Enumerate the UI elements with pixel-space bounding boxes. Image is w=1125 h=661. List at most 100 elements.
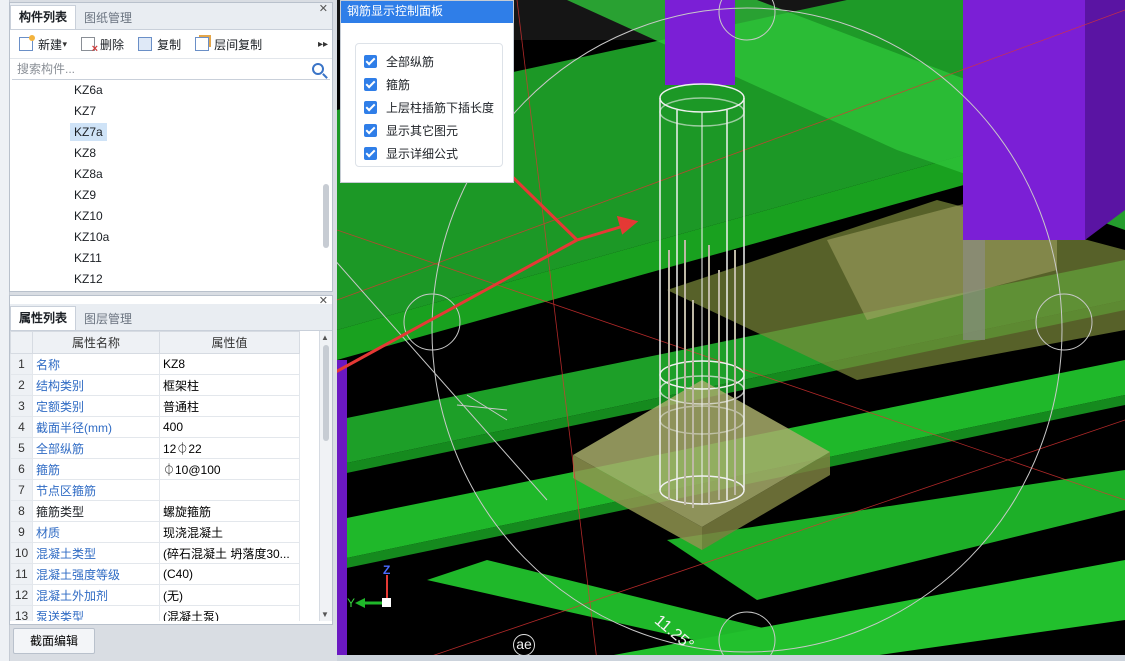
- list-item[interactable]: KZ8: [10, 143, 332, 164]
- close-icon[interactable]: ✕: [319, 2, 328, 15]
- property-name: 箍筋类型: [32, 500, 160, 522]
- list-item[interactable]: KZ10: [10, 206, 332, 227]
- property-value[interactable]: ⏀10@100: [159, 458, 300, 480]
- list-item[interactable]: KZ10a: [10, 227, 332, 248]
- tab-component-list[interactable]: 构件列表: [10, 5, 77, 29]
- property-value[interactable]: 12⏀22: [159, 437, 300, 459]
- property-list-pane: 属性列表 图层管理 ✕ 属性名称 属性值 1 名称 KZ8 2 结构类别 框架柱 3 定额类别…: [9, 295, 333, 625]
- list-item[interactable]: KZ9: [10, 185, 332, 206]
- table-row[interactable]: 6 箍筋 ⏀10@100: [10, 458, 300, 480]
- property-name: 节点区箍筋: [32, 479, 160, 501]
- component-tabs: 构件列表 图纸管理 ✕: [10, 3, 332, 30]
- checkbox-checked-icon[interactable]: [364, 123, 377, 137]
- table-row[interactable]: 2 结构类别 框架柱: [10, 374, 300, 396]
- tab-layer-management[interactable]: 图层管理: [76, 308, 140, 330]
- table-row[interactable]: 3 定额类别 普通柱: [10, 395, 300, 417]
- column-purple-right: [963, 0, 1085, 240]
- option-show-detailed-formula[interactable]: 显示详细公式: [364, 144, 458, 162]
- chevron-down-icon[interactable]: ▾: [60, 39, 68, 50]
- left-panel: 构件列表 图纸管理 ✕ 新建 ▾ 删除 复制 层间复制 ▸▸ KZ6a KZ7 …: [0, 0, 337, 661]
- property-table: 属性名称 属性值 1 名称 KZ8 2 结构类别 框架柱 3 定额类别 普通柱 4 截面半径(mm)…: [10, 331, 300, 621]
- new-button[interactable]: 新建 ▾: [14, 33, 72, 55]
- table-row[interactable]: 7 节点区箍筋: [10, 479, 300, 501]
- property-value[interactable]: 现浇混凝土: [159, 521, 300, 543]
- table-row[interactable]: 10 混凝土类型 (碎石混凝土 坍落度30...: [10, 542, 300, 564]
- list-scrollbar[interactable]: [323, 184, 329, 248]
- property-name: 混凝土强度等级: [32, 563, 160, 585]
- row-number: 11: [10, 563, 33, 585]
- option-all-longitudinal[interactable]: 全部纵筋: [364, 52, 434, 70]
- property-value[interactable]: KZ8: [159, 353, 300, 375]
- floor-copy-button[interactable]: 层间复制: [190, 33, 267, 55]
- delete-button[interactable]: 删除: [76, 33, 129, 55]
- scroll-up-icon[interactable]: ▲: [321, 333, 329, 342]
- column-purple-top: [665, 0, 735, 85]
- property-value[interactable]: 螺旋箍筋: [159, 500, 300, 522]
- option-upper-dowel-length[interactable]: 上层柱插筋下插长度: [364, 98, 494, 116]
- checkbox-checked-icon[interactable]: [364, 54, 377, 68]
- property-value[interactable]: [159, 479, 300, 501]
- list-item-selected[interactable]: KZ7a: [10, 122, 332, 143]
- property-name: 混凝土类型: [32, 542, 160, 564]
- table-row[interactable]: 8 箍筋类型 螺旋箍筋: [10, 500, 300, 522]
- property-value[interactable]: 400: [159, 416, 300, 438]
- component-list: KZ6a KZ7 KZ7a KZ8 KZ8a KZ9 KZ10 KZ10a KZ…: [10, 80, 332, 292]
- property-value[interactable]: (混凝土泵): [159, 605, 300, 621]
- row-number: 5: [10, 437, 33, 459]
- floor-copy-icon: [195, 37, 210, 51]
- row-number: 3: [10, 395, 33, 417]
- property-scrollbar-track[interactable]: ▲ ▼: [319, 331, 332, 621]
- delete-label: 删除: [100, 37, 125, 52]
- table-row[interactable]: 1 名称 KZ8: [10, 353, 300, 375]
- bottom-status-bar: [337, 655, 1125, 661]
- tab-property-list[interactable]: 属性列表: [10, 306, 77, 330]
- ae-badge[interactable]: ae: [513, 634, 535, 656]
- axis-y-label: Y: [347, 596, 356, 610]
- property-name: 材质: [32, 521, 160, 543]
- property-value[interactable]: (碎石混凝土 坍落度30...: [159, 542, 300, 564]
- checkbox-checked-icon[interactable]: [364, 77, 377, 91]
- option-stirrups[interactable]: 箍筋: [364, 75, 410, 93]
- search-input[interactable]: [15, 61, 309, 77]
- row-number: 6: [10, 458, 33, 480]
- table-row[interactable]: 5 全部纵筋 12⏀22: [10, 437, 300, 459]
- option-show-other-elements[interactable]: 显示其它图元: [364, 121, 458, 139]
- copy-button[interactable]: 复制: [133, 33, 186, 55]
- property-value[interactable]: 框架柱: [159, 374, 300, 396]
- property-name: 名称: [32, 353, 160, 375]
- tab-drawing-management[interactable]: 图纸管理: [76, 7, 140, 29]
- table-row[interactable]: 9 材质 现浇混凝土: [10, 521, 300, 543]
- list-item[interactable]: KZ11: [10, 248, 332, 269]
- property-value[interactable]: 普通柱: [159, 395, 300, 417]
- property-value[interactable]: (无): [159, 584, 300, 606]
- close-icon[interactable]: ✕: [319, 294, 328, 307]
- table-row[interactable]: 12 混凝土外加剂 (无): [10, 584, 300, 606]
- scroll-down-icon[interactable]: ▼: [321, 610, 329, 619]
- search-icon[interactable]: [312, 63, 324, 75]
- property-name: 定额类别: [32, 395, 160, 417]
- section-edit-button[interactable]: 截面编辑: [13, 628, 96, 654]
- delete-icon: [81, 37, 98, 55]
- row-number: 9: [10, 521, 33, 543]
- row-number: 2: [10, 374, 33, 396]
- control-options-box: 全部纵筋 箍筋 上层柱插筋下插长度 显示其它图元 显示详细公式: [355, 43, 503, 167]
- row-number: 7: [10, 479, 33, 501]
- component-search: [12, 59, 330, 80]
- new-label: 新建: [38, 37, 63, 52]
- axis-z-label: Z: [383, 563, 391, 577]
- list-item[interactable]: KZ12: [10, 269, 332, 290]
- table-row[interactable]: 4 截面半径(mm) 400: [10, 416, 300, 438]
- checkbox-checked-icon[interactable]: [364, 100, 377, 114]
- property-value[interactable]: (C40): [159, 563, 300, 585]
- checkbox-checked-icon[interactable]: [364, 146, 377, 160]
- list-item[interactable]: KZ6a: [10, 80, 332, 101]
- list-item[interactable]: KZ7: [10, 101, 332, 122]
- property-name: 混凝土外加剂: [32, 584, 160, 606]
- property-table-wrap: 属性名称 属性值 1 名称 KZ8 2 结构类别 框架柱 3 定额类别 普通柱 4 截面半径(mm)…: [10, 331, 332, 621]
- list-item[interactable]: KZ8a: [10, 164, 332, 185]
- more-icon[interactable]: ▸▸: [318, 39, 328, 50]
- property-scrollbar-thumb[interactable]: [323, 345, 329, 441]
- table-row[interactable]: 13 泵送类型 (混凝土泵): [10, 605, 300, 621]
- table-row[interactable]: 11 混凝土强度等级 (C40): [10, 563, 300, 585]
- property-name: 结构类别: [32, 374, 160, 396]
